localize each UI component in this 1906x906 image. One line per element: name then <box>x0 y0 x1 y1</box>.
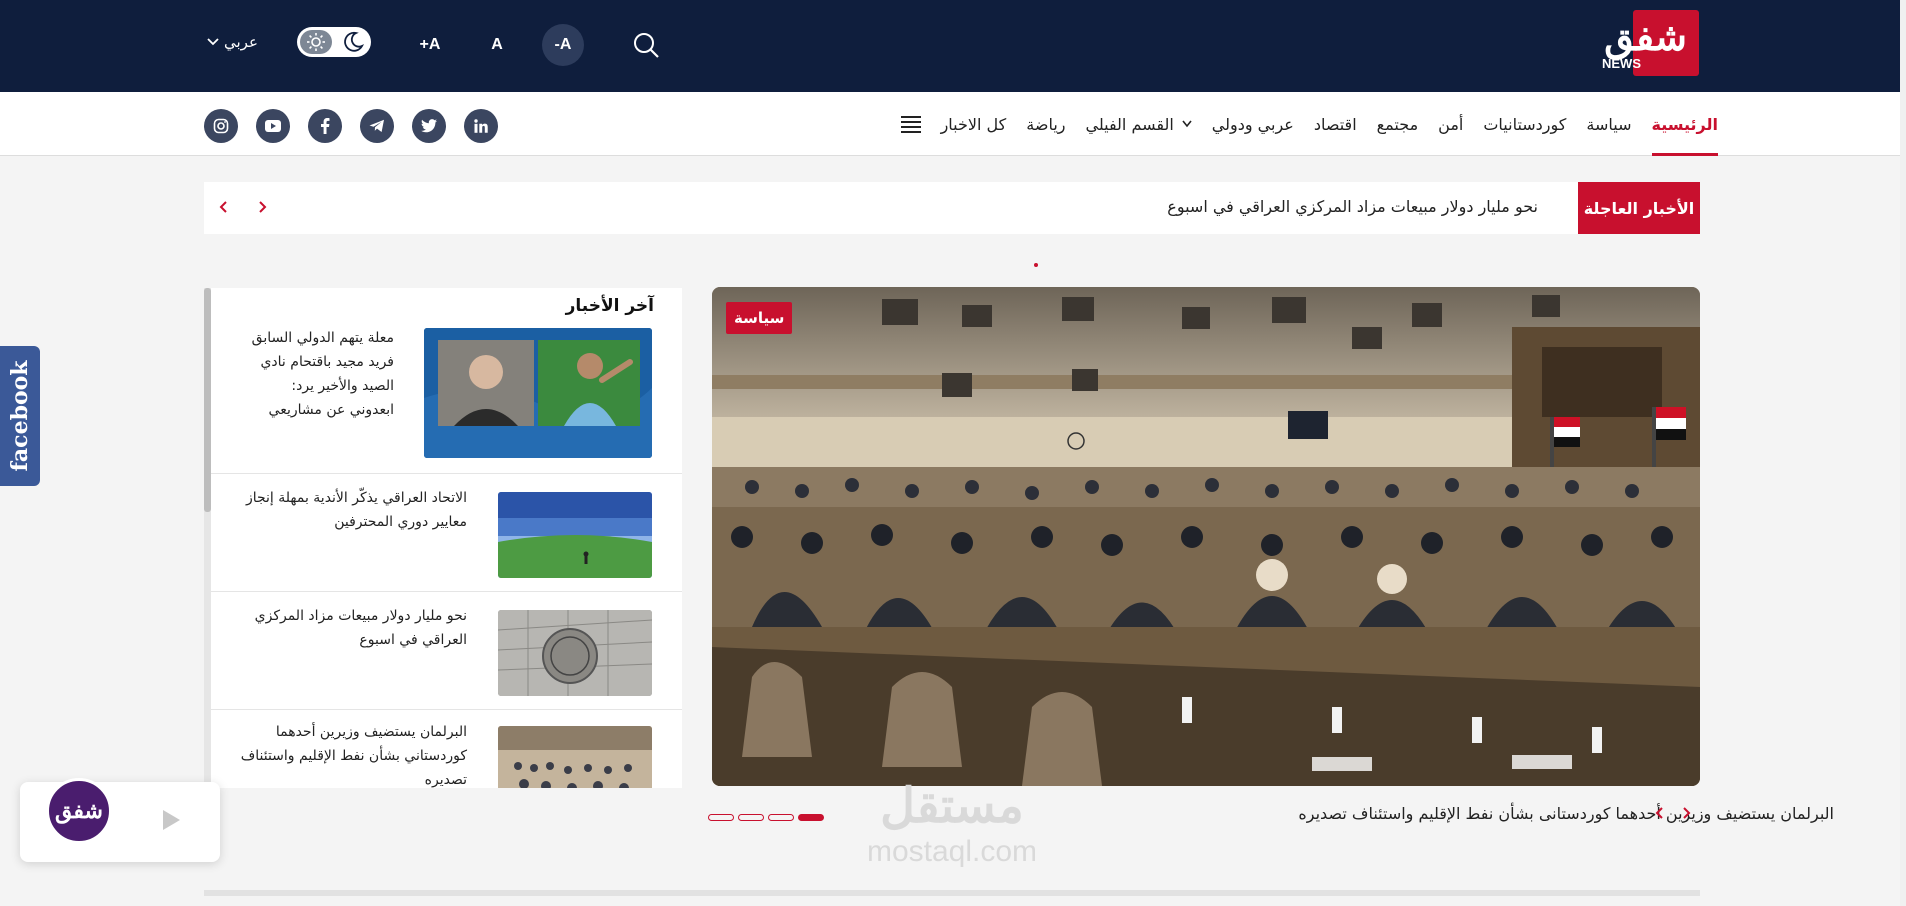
nav-item-economy[interactable]: اقتصاد <box>1314 92 1357 156</box>
list-item[interactable]: الاتحاد العراقي يذكّر الأندية بمهلة إنجا… <box>211 474 682 592</box>
nav-item-sports[interactable]: رياضة <box>1026 92 1065 156</box>
sun-icon <box>300 30 332 54</box>
breaking-news-bar: الأخبار العاجلة نحو مليار دولار مبيعات م… <box>204 182 1700 234</box>
category-badge[interactable]: سياسة <box>726 302 793 334</box>
list-item[interactable]: نحو مليار دولار مبيعات مزاد المركزي العر… <box>211 592 682 710</box>
section-divider <box>204 890 1700 896</box>
logo-arabic: شفق <box>1604 14 1689 59</box>
site-logo[interactable]: شفق NEWS <box>1571 10 1699 76</box>
logo-english: NEWS <box>1602 56 1641 71</box>
news-thumbnail <box>498 610 652 696</box>
hero-image <box>712 287 1700 786</box>
news-headline[interactable]: نحو مليار دولار مبيعات مزاد المركزي العر… <box>237 604 467 652</box>
chevron-right-icon[interactable] <box>256 196 268 220</box>
nav-item-home[interactable]: الرئيسية <box>1651 92 1718 156</box>
language-label: عربي <box>224 33 258 51</box>
radio-player: شفق <box>20 778 220 862</box>
chevron-down-icon <box>1182 118 1192 131</box>
list-item[interactable]: البرلمان يستضيف وزيرين أحدهما كوردستاني … <box>211 710 682 788</box>
chevron-left-icon[interactable] <box>218 196 230 220</box>
nav-item-all-news[interactable]: كل الاخبار <box>941 92 1007 156</box>
slider-dot[interactable] <box>708 814 734 821</box>
slider-dot[interactable] <box>768 814 794 821</box>
nav-item-society[interactable]: مجتمع <box>1377 92 1419 156</box>
language-select[interactable]: عربي <box>206 33 258 51</box>
news-thumbnail <box>498 726 652 788</box>
menu-icon[interactable] <box>900 92 921 156</box>
main-nav: الرئيسية سياسة كوردستانيات أمن مجتمع اقت… <box>0 92 1906 156</box>
play-icon[interactable] <box>160 808 182 836</box>
news-headline[interactable]: البرلمان يستضيف وزيرين أحدهما كوردستاني … <box>237 720 467 788</box>
news-thumbnail <box>498 492 652 578</box>
radio-logo: شفق <box>46 778 112 844</box>
slider-dots <box>708 814 824 821</box>
facebook-side-tab[interactable]: facebook <box>0 346 40 486</box>
nav-item-kurdistan[interactable]: كوردستانيات <box>1483 92 1566 156</box>
watermark-arabic: مستقل <box>880 778 1024 834</box>
chevron-left-icon[interactable] <box>1654 802 1666 826</box>
latest-news-scrollbar[interactable] <box>204 288 211 788</box>
slider-dot[interactable] <box>738 814 764 821</box>
chevron-right-icon[interactable] <box>1680 802 1692 826</box>
hero-caption[interactable]: البرلمان يستضيف وزيرين أحدهما كوردستانى … <box>1298 804 1834 823</box>
font-increase-button[interactable]: +A <box>409 24 451 66</box>
nav-item-feyli-label: القسم الفيلي <box>1085 114 1174 134</box>
list-item[interactable]: معلة يتهم الدولي السابق فريد مجيد باقتحا… <box>211 288 682 474</box>
social-links <box>204 109 498 143</box>
page-scrollbar[interactable] <box>1900 0 1906 906</box>
news-headline[interactable]: الاتحاد العراقي يذكّر الأندية بمهلة إنجا… <box>242 486 467 534</box>
theme-toggle[interactable] <box>297 27 371 57</box>
youtube-icon[interactable] <box>256 109 290 143</box>
loading-dot <box>1034 263 1038 267</box>
watermark: مستقل mostaql.com <box>836 776 1068 868</box>
watermark-english: mostaql.com <box>866 835 1038 868</box>
breaking-news-label: الأخبار العاجلة <box>1578 182 1700 234</box>
font-decrease-button[interactable]: -A <box>542 24 584 66</box>
font-normal-button[interactable]: A <box>476 24 518 66</box>
moon-icon <box>341 30 365 58</box>
news-headline[interactable]: معلة يتهم الدولي السابق فريد مجيد باقتحا… <box>244 326 394 422</box>
telegram-icon[interactable] <box>360 109 394 143</box>
nav-item-politics[interactable]: سياسة <box>1586 92 1631 156</box>
nav-item-feyli[interactable]: القسم الفيلي <box>1086 92 1192 156</box>
news-thumbnail <box>424 328 652 458</box>
nav-item-security[interactable]: أمن <box>1438 92 1463 156</box>
breaking-news-headline[interactable]: نحو مليار دولار مبيعات مزاد المركزي العر… <box>1167 197 1538 216</box>
hero-slider[interactable]: سياسة <box>712 287 1700 786</box>
slider-dot-active[interactable] <box>798 814 824 821</box>
linkedin-icon[interactable] <box>464 109 498 143</box>
search-icon[interactable] <box>628 24 664 66</box>
twitter-icon[interactable] <box>412 109 446 143</box>
chevron-down-icon <box>206 33 220 51</box>
instagram-icon[interactable] <box>204 109 238 143</box>
facebook-icon[interactable] <box>308 109 342 143</box>
latest-news-panel: آخر الأخبار معلة يتهم الدولي السابق فريد… <box>204 288 682 788</box>
nav-item-arab-international[interactable]: عربي ودولي <box>1212 92 1294 156</box>
facebook-tab-label: facebook <box>7 360 33 472</box>
top-bar: شفق NEWS -A A +A عربي <box>0 0 1906 92</box>
